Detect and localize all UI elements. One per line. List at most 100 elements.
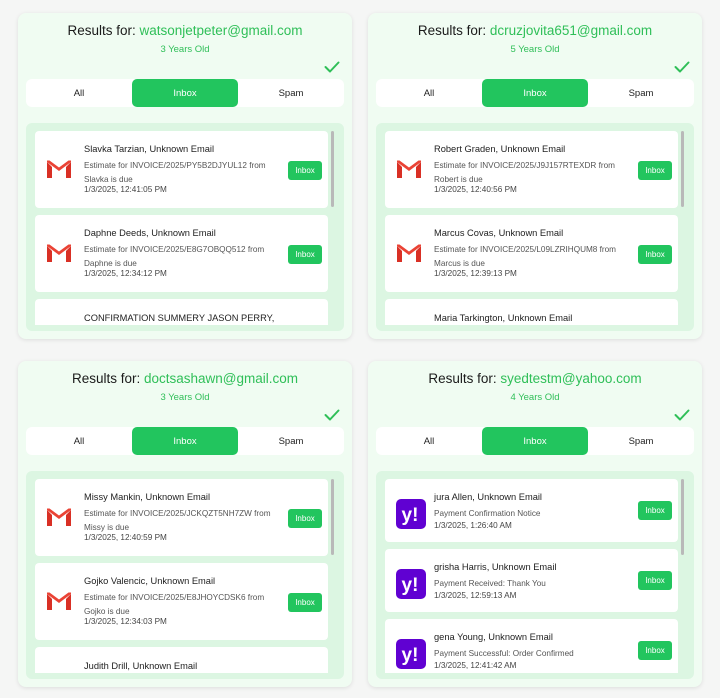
list-bottom-fade — [35, 325, 328, 331]
results-prefix: Results for: — [417, 23, 487, 38]
tab-all[interactable]: All — [376, 427, 482, 455]
email-time: 1/3/2025, 12:40:56 PM — [434, 185, 517, 194]
account-age: 5 Years Old — [510, 44, 560, 55]
results-prefix: Results for: — [71, 371, 141, 386]
scrollbar[interactable] — [681, 479, 684, 555]
card-title: Results for: watsonjetpeter@gmail.com — [18, 23, 352, 38]
email-sender: CONFIRMATION SUMMERY JASON PERRY, — [84, 313, 275, 323]
email-sender: Missy Mankin, Unknown Email — [84, 492, 211, 502]
yahoo-mail-icon: y! — [396, 639, 426, 669]
email-subject: Payment Received: Thank You — [434, 579, 546, 588]
svg-text:y!: y! — [402, 575, 419, 596]
email-sender: Slavka Tarzian, Unknown Email — [84, 144, 215, 154]
gmail-icon — [46, 243, 72, 263]
gmail-icon — [396, 159, 422, 179]
check-icon — [324, 408, 340, 421]
list-bottom-fade — [35, 673, 328, 679]
email-item[interactable]: CONFIRMATION SUMMERY JASON PERRY, — [35, 299, 328, 327]
folder-tabs: All Inbox Spam — [376, 79, 694, 107]
inbox-badge-button[interactable]: Inbox — [288, 161, 322, 180]
email-list-scroll: y! jura Allen, Unknown Email Payment Confi… — [385, 479, 678, 675]
email-item[interactable]: y! grisha Harris, Unknown Email Payment Re… — [385, 549, 678, 612]
folder-tabs: All Inbox Spam — [26, 79, 344, 107]
scrollbar[interactable] — [331, 479, 334, 555]
inbox-badge-button[interactable]: Inbox — [638, 571, 672, 590]
email-item[interactable]: y! jura Allen, Unknown Email Payment Confi… — [385, 479, 678, 542]
tab-all[interactable]: All — [376, 79, 482, 107]
scrollbar[interactable] — [681, 131, 684, 207]
email-time: 1/3/2025, 12:59:13 AM — [434, 591, 517, 600]
email-list: Slavka Tarzian, Unknown Email Estimate fo… — [26, 123, 344, 331]
email-time: 1/3/2025, 12:41:05 PM — [84, 185, 167, 194]
email-time: 1/3/2025, 1:26:40 AM — [434, 521, 512, 530]
account-email: dcruzjovita651@gmail.com — [489, 23, 653, 38]
inbox-badge-button[interactable]: Inbox — [638, 501, 672, 520]
email-list: y! jura Allen, Unknown Email Payment Confi… — [376, 471, 694, 679]
email-sender: Robert Graden, Unknown Email — [434, 144, 566, 154]
tab-inbox[interactable]: Inbox — [132, 79, 238, 107]
check-icon — [324, 60, 340, 73]
email-item[interactable]: y! gena Young, Unknown Email Payment Succe… — [385, 619, 678, 675]
email-subject: Estimate for INVOICE/2025/E8G7OBQQ512 fr… — [84, 245, 265, 268]
inbox-badge-button[interactable]: Inbox — [638, 161, 672, 180]
tab-all[interactable]: All — [26, 79, 132, 107]
email-item[interactable]: Gojko Valencic, Unknown Email Estimate fo… — [35, 563, 328, 640]
email-sender: grisha Harris, Unknown Email — [434, 562, 557, 572]
tab-spam[interactable]: Spam — [238, 427, 344, 455]
gmail-icon — [46, 591, 72, 611]
results-prefix: Results for: — [428, 371, 497, 386]
email-subject: Estimate for INVOICE/2025/E8JHOYCDSK6 fr… — [84, 593, 265, 616]
tab-spam[interactable]: Spam — [588, 79, 694, 107]
email-subject: Payment Confirmation Notice — [434, 509, 541, 518]
yahoo-mail-icon: y! — [396, 499, 426, 529]
email-sender: jura Allen, Unknown Email — [434, 492, 542, 502]
account-email: doctsashawn@gmail.com — [144, 371, 299, 386]
tab-spam[interactable]: Spam — [238, 79, 344, 107]
tab-inbox[interactable]: Inbox — [482, 79, 588, 107]
email-subject: Estimate for INVOICE/2025/J9J157RTEXDR f… — [434, 161, 615, 184]
email-list-scroll: Missy Mankin, Unknown Email Estimate for … — [35, 479, 328, 675]
inbox-badge-button[interactable]: Inbox — [288, 593, 322, 612]
email-sender: Judith Drill, Unknown Email — [84, 661, 198, 671]
account-age: 3 Years Old — [160, 44, 210, 55]
inbox-badge-button[interactable]: Inbox — [638, 641, 672, 660]
inbox-badge-button[interactable]: Inbox — [638, 245, 672, 264]
scrollbar[interactable] — [331, 131, 334, 207]
email-sender: Gojko Valencic, Unknown Email — [84, 576, 216, 586]
account-card: Results for: doctsashawn@gmail.com 3 Year… — [18, 361, 352, 687]
account-age: 4 Years Old — [510, 392, 560, 403]
tab-inbox[interactable]: Inbox — [132, 427, 238, 455]
email-sender: Daphne Deeds, Unknown Email — [84, 228, 216, 238]
email-item[interactable]: Judith Drill, Unknown Email — [35, 647, 328, 675]
email-subject: Estimate for INVOICE/2025/PY5B2DJYUL12 f… — [84, 161, 266, 184]
email-item[interactable]: Daphne Deeds, Unknown Email Estimate for … — [35, 215, 328, 292]
gmail-icon — [396, 243, 422, 263]
email-time: 1/3/2025, 12:34:03 PM — [84, 617, 167, 626]
tab-all[interactable]: All — [26, 427, 132, 455]
check-icon — [674, 408, 690, 421]
account-age: 3 Years Old — [160, 392, 210, 403]
email-time: 1/3/2025, 12:41:42 AM — [434, 661, 517, 670]
card-title: Results for: doctsashawn@gmail.com — [18, 371, 352, 386]
email-list-scroll: Slavka Tarzian, Unknown Email Estimate fo… — [35, 131, 328, 327]
email-time: 1/3/2025, 12:34:12 PM — [84, 269, 167, 278]
email-list-scroll: Robert Graden, Unknown Email Estimate for… — [385, 131, 678, 327]
inbox-badge-button[interactable]: Inbox — [288, 245, 322, 264]
email-item[interactable]: Missy Mankin, Unknown Email Estimate for … — [35, 479, 328, 556]
tab-spam[interactable]: Spam — [588, 427, 694, 455]
tab-inbox[interactable]: Inbox — [482, 427, 588, 455]
email-item[interactable]: Marcus Covas, Unknown Email Estimate for … — [385, 215, 678, 292]
folder-tabs: All Inbox Spam — [26, 427, 344, 455]
inbox-badge-button[interactable]: Inbox — [288, 509, 322, 528]
card-title: Results for: dcruzjovita651@gmail.com — [368, 23, 702, 38]
yahoo-mail-icon: y! — [396, 569, 426, 599]
email-item[interactable]: Slavka Tarzian, Unknown Email Estimate fo… — [35, 131, 328, 208]
email-sender: Maria Tarkington, Unknown Email — [434, 313, 573, 323]
email-item[interactable]: Maria Tarkington, Unknown Email — [385, 299, 678, 327]
email-subject: Estimate for INVOICE/2025/JCKQZT5NH7ZW f… — [84, 509, 271, 532]
list-bottom-fade — [385, 673, 678, 679]
email-item[interactable]: Robert Graden, Unknown Email Estimate for… — [385, 131, 678, 208]
account-email: watsonjetpeter@gmail.com — [139, 23, 303, 38]
folder-tabs: All Inbox Spam — [376, 427, 694, 455]
email-list: Missy Mankin, Unknown Email Estimate for … — [26, 471, 344, 679]
